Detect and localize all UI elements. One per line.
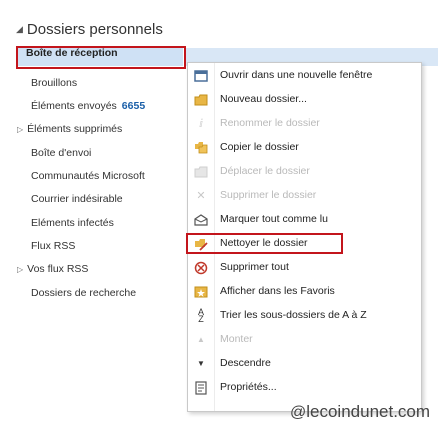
folder-item-deleted[interactable]: ▷ Éléments supprimés	[17, 119, 122, 139]
folder-item-rss-feeds[interactable]: Flux RSS	[31, 236, 75, 256]
folder-label: Éléments supprimés	[27, 123, 123, 135]
highlight-box-clean-folder	[186, 233, 343, 254]
delete-folder-icon: ✕	[196, 190, 206, 202]
folder-item-infected[interactable]: Eléments infectés	[31, 213, 114, 233]
sort-az-icon: AZ	[197, 307, 204, 324]
folder-label: Boîte d'envoi	[31, 147, 92, 159]
menu-label: Déplacer le dossier	[220, 165, 310, 177]
menu-item-move-folder[interactable]: Déplacer le dossier	[188, 159, 421, 185]
section-title: Dossiers personnels	[26, 21, 163, 38]
menu-item-copy-folder[interactable]: Copier le dossier	[188, 135, 421, 161]
menu-item-new-folder[interactable]: Nouveau dossier...	[188, 87, 421, 113]
menu-item-rename-folder[interactable]: ⅈ Renommer le dossier	[188, 111, 421, 137]
menu-label: Trier les sous-dossiers de A à Z	[220, 309, 367, 321]
folder-item-microsoft-communities[interactable]: Communautés Microsoft	[31, 166, 145, 186]
move-down-icon: ▼	[197, 359, 205, 368]
expand-triangle-icon[interactable]: ▷	[17, 265, 23, 274]
menu-item-delete-folder[interactable]: ✕ Supprimer le dossier	[188, 183, 421, 209]
folder-label: Eléments infectés	[31, 217, 114, 229]
menu-label: Supprimer le dossier	[220, 189, 317, 201]
menu-label: Descendre	[220, 357, 271, 369]
menu-label: Ouvrir dans une nouvelle fenêtre	[220, 69, 373, 81]
folder-item-sent[interactable]: Éléments envoyés 6655	[31, 96, 145, 116]
menu-label: Renommer le dossier	[220, 117, 320, 129]
menu-item-delete-all[interactable]: Supprimer tout	[188, 255, 421, 281]
new-folder-icon	[194, 93, 208, 107]
menu-label: Nouveau dossier...	[220, 93, 307, 105]
folder-item-drafts[interactable]: Brouillons	[31, 73, 77, 93]
menu-item-open-new-window[interactable]: Ouvrir dans une nouvelle fenêtre	[188, 63, 421, 89]
collapse-triangle-icon[interactable]: ◢	[16, 24, 23, 34]
folder-label: Flux RSS	[31, 240, 76, 252]
folder-item-junk[interactable]: Courrier indésirable	[31, 189, 123, 209]
menu-label: Afficher dans les Favoris	[220, 285, 335, 297]
move-up-icon: ▲	[197, 335, 205, 344]
folder-label: Courrier indésirable	[31, 193, 123, 205]
menu-label: Propriétés...	[220, 381, 277, 393]
open-window-icon	[194, 69, 208, 83]
highlight-box-inbox	[16, 46, 186, 69]
watermark: @lecoindunet.com	[290, 402, 430, 422]
watermark-text: lecoindunet.com	[306, 402, 431, 421]
expand-triangle-icon[interactable]: ▷	[17, 125, 23, 134]
folder-item-outbox[interactable]: Boîte d'envoi	[31, 143, 91, 163]
folder-label: Éléments envoyés	[31, 100, 117, 112]
copy-folder-icon	[194, 141, 208, 155]
watermark-at-icon: @	[290, 404, 307, 421]
menu-label: Copier le dossier	[220, 141, 299, 153]
folder-context-menu: Ouvrir dans une nouvelle fenêtre Nouveau…	[186, 62, 422, 412]
move-folder-icon	[194, 165, 208, 179]
menu-label: Marquer tout comme lu	[220, 213, 328, 225]
delete-all-icon	[194, 261, 208, 275]
folder-item-your-rss-feeds[interactable]: ▷ Vos flux RSS	[17, 259, 88, 279]
rename-icon: ⅈ	[199, 118, 203, 130]
mark-read-icon	[194, 213, 208, 227]
menu-item-properties[interactable]: Propriétés...	[188, 375, 421, 401]
menu-label: Supprimer tout	[220, 261, 289, 273]
section-header-personal-folders[interactable]: ◢ Dossiers personnels	[16, 21, 163, 38]
folder-label: Dossiers de recherche	[31, 287, 137, 299]
folder-label: Communautés Microsoft	[31, 170, 145, 182]
unread-count: 6655	[121, 100, 146, 112]
folder-label: Vos flux RSS	[27, 263, 89, 275]
folder-label: Brouillons	[31, 77, 78, 89]
menu-item-mark-all-read[interactable]: Marquer tout comme lu	[188, 207, 421, 233]
favorites-icon	[194, 285, 208, 299]
menu-item-sort-subfolders[interactable]: AZ Trier les sous-dossiers de A à Z	[188, 303, 421, 329]
menu-item-move-down[interactable]: ▼ Descendre	[188, 351, 421, 377]
menu-item-show-in-favorites[interactable]: Afficher dans les Favoris	[188, 279, 421, 305]
menu-label: Monter	[220, 333, 253, 345]
folder-item-search-folders[interactable]: Dossiers de recherche	[31, 283, 136, 303]
menu-item-move-up[interactable]: ▲ Monter	[188, 327, 421, 353]
properties-icon	[194, 381, 208, 395]
